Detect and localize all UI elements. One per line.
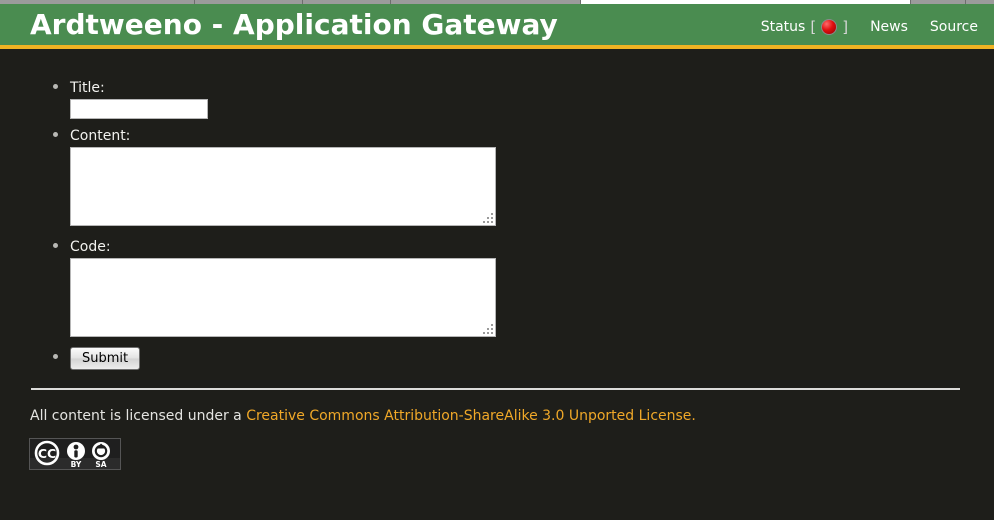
creative-commons-badge-icon[interactable]: CC BY SA (29, 438, 121, 470)
code-textarea[interactable] (70, 258, 496, 337)
status-bracket-open: [ (810, 18, 817, 36)
page-title: Ardtweeno - Application Gateway (30, 8, 558, 41)
title-input[interactable] (70, 99, 208, 119)
red-led-icon (821, 19, 838, 35)
status-bracket-close: ] (842, 18, 849, 36)
svg-text:CC: CC (38, 446, 56, 461)
code-textarea-wrap (70, 258, 496, 337)
license-link[interactable]: Creative Commons Attribution-ShareAlike … (246, 408, 696, 424)
site-header: Ardtweeno - Application Gateway Status [… (0, 4, 994, 49)
submit-button[interactable]: Submit (70, 347, 141, 370)
content-textarea-wrap (70, 147, 496, 226)
form-field-content: Content: (70, 125, 994, 234)
form-field-submit: Submit (70, 347, 994, 370)
svg-text:BY: BY (71, 460, 82, 469)
content-label: Content: (70, 128, 131, 144)
status-label: Status (760, 19, 806, 35)
code-label: Code: (70, 239, 111, 255)
main-content: Title: Content: Code: (0, 53, 994, 470)
nav-link-news[interactable]: News (870, 19, 908, 35)
status-indicator-group[interactable]: Status [ ] (761, 18, 848, 36)
form-field-code: Code: (70, 236, 994, 345)
title-label: Title: (70, 80, 105, 96)
svg-text:SA: SA (95, 460, 106, 469)
footer-divider (31, 388, 960, 390)
nav-link-source[interactable]: Source (930, 19, 978, 35)
form-field-title: Title: (70, 77, 994, 119)
license-prefix: All content is licensed under a (30, 408, 247, 424)
content-textarea[interactable] (70, 147, 496, 226)
main-nav: Status [ ] News Source (761, 18, 978, 36)
license-text: All content is licensed under a Creative… (30, 408, 994, 424)
submission-form: Title: Content: Code: (0, 77, 994, 370)
